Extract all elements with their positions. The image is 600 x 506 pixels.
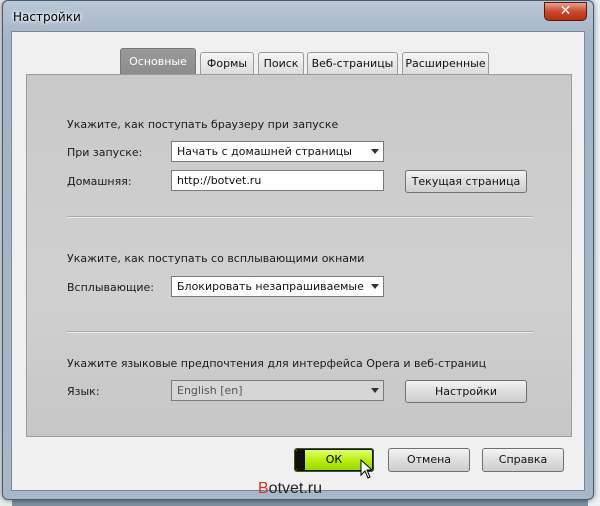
popups-label: Всплывающие: bbox=[67, 281, 154, 294]
language-settings-button[interactable]: Настройки bbox=[405, 380, 527, 403]
watermark-first-letter: B bbox=[258, 480, 269, 497]
tab-search[interactable]: Поиск bbox=[258, 52, 304, 74]
language-select[interactable]: English [en] bbox=[171, 380, 384, 401]
tab-forms[interactable]: Формы bbox=[200, 52, 254, 74]
settings-dialog: Настройки ✕ Основные Формы Поиск Веб-стр… bbox=[2, 0, 594, 500]
watermark: Botvet.ru bbox=[258, 480, 322, 498]
startup-label: При запуске: bbox=[67, 146, 143, 159]
cancel-button[interactable]: Отмена bbox=[388, 448, 470, 472]
close-button[interactable]: ✕ bbox=[544, 2, 587, 21]
startup-select[interactable]: Начать с домашней страницы bbox=[171, 141, 384, 162]
general-panel: Укажите, как поступать браузеру при запу… bbox=[26, 74, 572, 437]
popups-select[interactable]: Блокировать незапрашиваемые bbox=[171, 276, 384, 297]
divider bbox=[67, 216, 533, 218]
divider bbox=[67, 331, 533, 333]
language-label: Язык: bbox=[67, 385, 100, 398]
title-bar[interactable]: Настройки ✕ bbox=[3, 1, 593, 31]
startup-select-value: Начать с домашней страницы bbox=[177, 145, 352, 158]
tab-general[interactable]: Основные bbox=[120, 48, 196, 74]
current-page-button[interactable]: Текущая страница bbox=[405, 170, 527, 193]
chevron-down-icon bbox=[371, 284, 379, 289]
home-label: Домашняя: bbox=[67, 175, 132, 188]
help-button[interactable]: Справка bbox=[482, 448, 564, 472]
home-page-input[interactable]: http://botvet.ru bbox=[171, 170, 384, 191]
window-title: Настройки bbox=[13, 10, 81, 24]
tab-web-pages[interactable]: Веб-страницы bbox=[307, 52, 398, 74]
chevron-down-icon bbox=[371, 149, 379, 154]
startup-section-header: Укажите, как поступать браузеру при запу… bbox=[67, 118, 339, 131]
popups-select-value: Блокировать незапрашиваемые bbox=[177, 280, 364, 293]
tab-advanced[interactable]: Расширенные bbox=[402, 52, 489, 74]
mouse-cursor-icon bbox=[360, 459, 374, 479]
language-section-header: Укажите языковые предпочтения для интерф… bbox=[67, 357, 487, 370]
dialog-client-area: Основные Формы Поиск Веб-страницы Расшир… bbox=[11, 31, 585, 491]
watermark-rest: otvet.ru bbox=[268, 480, 323, 497]
close-icon: ✕ bbox=[559, 3, 572, 19]
popups-section-header: Укажите, как поступать со всплывающими о… bbox=[67, 252, 365, 265]
language-select-value: English [en] bbox=[177, 384, 243, 397]
chevron-down-icon bbox=[371, 388, 379, 393]
